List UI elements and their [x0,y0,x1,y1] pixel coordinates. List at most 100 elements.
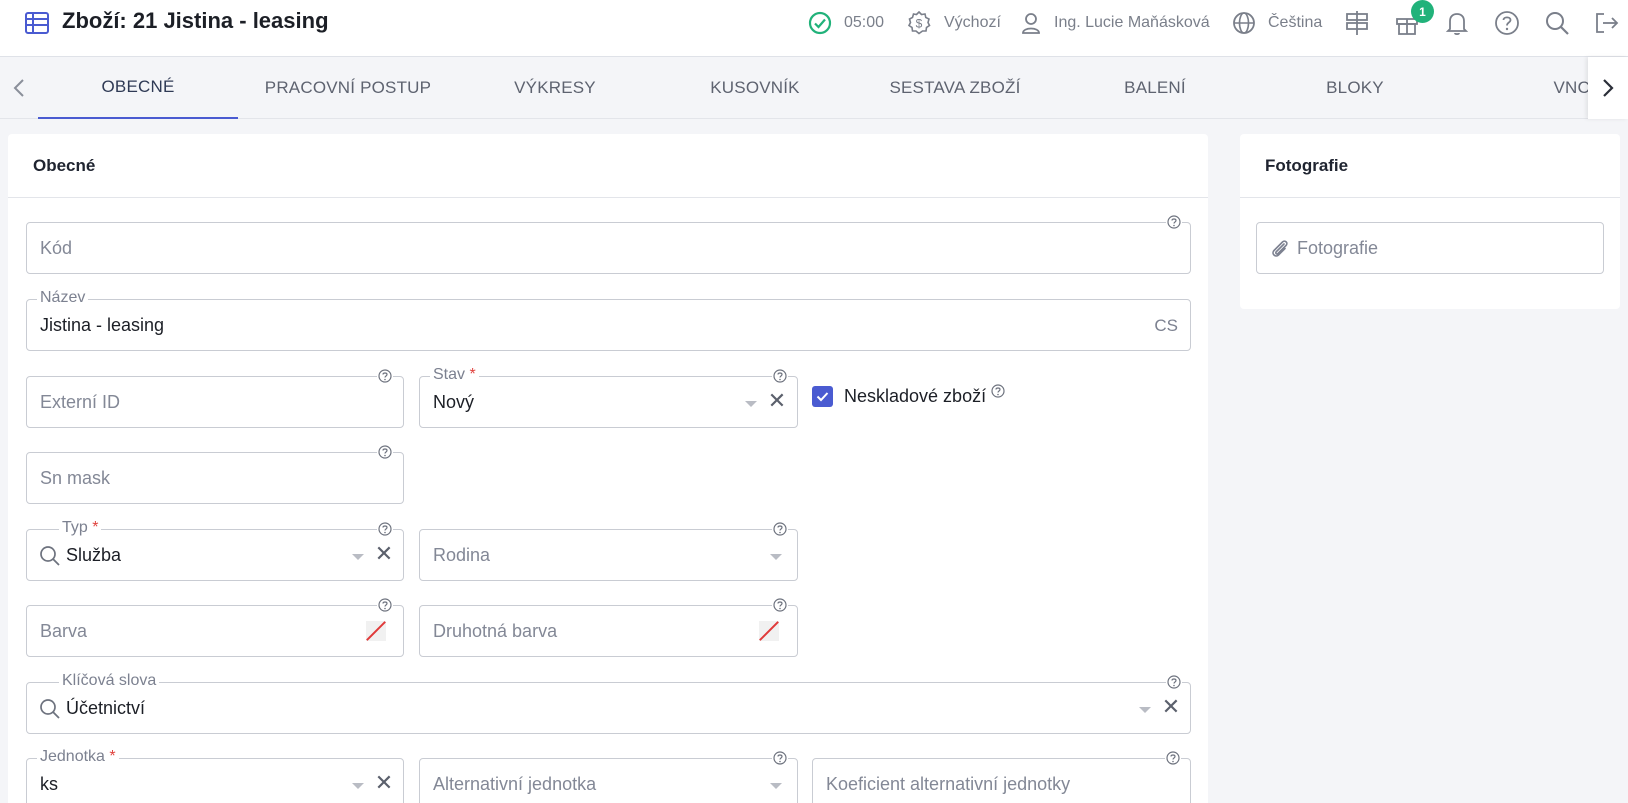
external-id-field[interactable]: Externí ID [26,368,404,428]
alt-unit-coefficient-field[interactable]: Koeficient alternativní jednotky [812,750,1191,803]
photo-card-title: Fotografie [1240,134,1620,198]
check-circle-icon [808,11,832,35]
search-icon [40,546,60,566]
tab-vnc[interactable]: VNC [1500,57,1590,119]
type-value: Služba [66,545,122,565]
help-icon[interactable] [1166,674,1182,690]
unit-value: ks [40,774,58,794]
type-label: Typ * [59,519,102,537]
logout-icon [1596,13,1619,33]
notifications-button[interactable] [1443,9,1471,37]
status-label: Stav * [430,366,479,384]
help-icon[interactable] [991,383,1005,398]
photo-placeholder: Fotografie [1297,238,1379,258]
help-button[interactable] [1493,9,1521,37]
signpost-button[interactable] [1343,9,1371,37]
code-field[interactable]: Kód [26,214,1191,274]
dollar-icon: $ [907,10,931,35]
sn-mask-field[interactable]: Sn mask [26,444,404,504]
search-icon [40,699,60,719]
non-stock-label: Neskladové zboží [844,386,987,406]
currency-profile-label: Výchozí [944,14,1001,31]
user-menu[interactable]: Ing. Lucie Maňásková [1020,10,1210,36]
help-icon[interactable] [377,444,393,460]
checkbox-checked-icon[interactable] [812,386,833,407]
alt-unit-select[interactable]: Alternativní jednotka [419,750,798,803]
type-select[interactable]: Typ * Služba ✕ [26,519,404,581]
unit-select[interactable]: Jednotka * ks ✕ [26,748,404,803]
chevron-down-icon[interactable] [352,554,364,560]
chevron-left-icon [13,79,24,97]
search-button[interactable] [1543,9,1571,37]
user-icon [1022,13,1040,34]
tab-vykresy[interactable]: VÝKRESY [455,57,655,119]
help-icon[interactable] [1166,214,1182,230]
tab-obecne[interactable]: OBECNÉ [38,57,238,119]
secondary-color-placeholder: Druhotná barva [433,621,558,641]
help-icon[interactable] [772,368,788,384]
chevron-right-icon [1603,79,1614,97]
general-card: Obecné Kód Název Jistina - leasing CS Ex… [8,134,1208,803]
tabs-scroll-left-button[interactable] [0,57,38,119]
clear-icon[interactable]: ✕ [374,541,394,566]
name-label: Název [37,289,89,307]
help-icon[interactable] [772,521,788,537]
table-icon [25,12,49,34]
session-timer[interactable]: 05:00 [808,10,884,36]
clear-icon[interactable]: ✕ [767,388,787,413]
help-icon[interactable] [377,597,393,613]
help-icon[interactable] [377,521,393,537]
tab-sestava-zbozi[interactable]: SESTAVA ZBOŽÍ [855,57,1055,119]
help-icon[interactable] [772,597,788,613]
non-stock-checkbox[interactable]: Neskladové zboží [812,383,1005,407]
status-select[interactable]: Stav * Nový ✕ [419,366,798,428]
bell-icon [1445,13,1469,36]
chevron-down-icon[interactable] [745,401,757,407]
language-menu[interactable]: Čeština [1232,10,1322,36]
gift-badge: 1 [1411,0,1434,23]
keywords-select[interactable]: Klíčová slova Účetnictví ✕ [26,672,1191,734]
logout-button[interactable] [1592,9,1620,37]
chevron-down-icon[interactable] [352,783,364,789]
tab-pracovni-postup[interactable]: PRACOVNÍ POSTUP [248,57,448,119]
top-bar: Zboží: 21 Jistina - leasing 05:00 $ Vých… [0,0,1628,57]
clear-icon[interactable]: ✕ [374,770,394,795]
status-value: Nový [433,392,475,412]
help-icon[interactable] [1165,750,1181,766]
tab-baleni[interactable]: BALENÍ [1055,57,1255,119]
keywords-label: Klíčová slova [59,672,160,690]
secondary-color-field[interactable]: Druhotná barva [419,597,798,657]
search-icon [1546,12,1569,35]
alt-unit-coefficient-placeholder: Koeficient alternativní jednotky [826,774,1071,794]
language-suffix[interactable]: CS [1154,316,1178,336]
tab-bar: OBECNÉ PRACOVNÍ POSTUP VÝKRESY KUSOVNÍK … [0,57,1628,119]
chevron-down-icon[interactable] [1139,707,1151,713]
clear-icon[interactable]: ✕ [1161,694,1181,719]
chevron-down-icon[interactable] [770,783,782,789]
paperclip-icon [1272,240,1288,257]
color-field[interactable]: Barva [26,597,404,657]
svg-text:$: $ [916,17,923,31]
photo-upload-field[interactable]: Fotografie [1256,222,1604,274]
chevron-down-icon[interactable] [770,554,782,560]
keywords-value: Účetnictví [66,698,146,718]
currency-profile[interactable]: $ Výchozí [906,10,1001,36]
language-label: Čeština [1268,14,1323,31]
help-icon[interactable] [772,750,788,766]
help-icon [1495,11,1519,35]
tab-kusovnik[interactable]: KUSOVNÍK [655,57,855,119]
globe-icon [1233,12,1255,34]
no-color-swatch-icon[interactable] [366,621,386,641]
page-title: Zboží: 21 Jistina - leasing [62,8,329,33]
alt-unit-placeholder: Alternativní jednotka [433,774,597,794]
name-value: Jistina - leasing [40,315,165,335]
name-field[interactable]: Název Jistina - leasing CS [26,289,1191,351]
signpost-icon [1346,11,1368,35]
family-select[interactable]: Rodina [419,521,798,581]
no-color-swatch-icon[interactable] [759,621,779,641]
code-placeholder: Kód [40,238,73,258]
timer-label: 05:00 [844,14,885,31]
tabs-scroll-right-button[interactable] [1588,57,1628,119]
tab-bloky[interactable]: BLOKY [1255,57,1455,119]
help-icon[interactable] [377,368,393,384]
